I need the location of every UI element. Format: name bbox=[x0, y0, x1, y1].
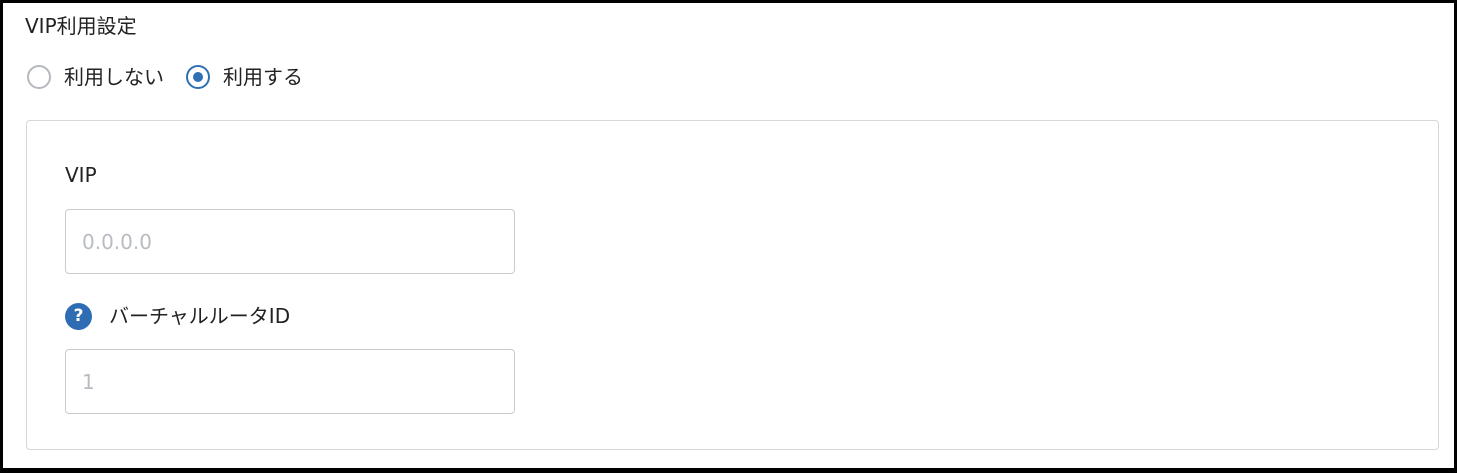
radio-option-enabled[interactable]: 利用する bbox=[186, 63, 303, 91]
router-id-label-text: バーチャルルータID bbox=[109, 304, 291, 328]
vip-field-label: VIP bbox=[65, 163, 97, 187]
question-circle-icon[interactable]: ? bbox=[65, 302, 92, 330]
radio-label-disabled: 利用しない bbox=[64, 65, 164, 89]
radio-button-unchecked[interactable] bbox=[27, 65, 51, 89]
radio-option-disabled[interactable]: 利用しない bbox=[27, 63, 164, 91]
vip-usage-radio-group: 利用しない 利用する bbox=[27, 61, 303, 93]
section-title: VIP利用設定 bbox=[25, 14, 137, 38]
radio-label-enabled: 利用する bbox=[223, 65, 303, 89]
vip-settings-frame: VIP利用設定 利用しない 利用する VIP ? バーチャルルータID bbox=[0, 0, 1457, 473]
radio-button-checked[interactable] bbox=[186, 65, 210, 89]
vip-settings-panel: VIP ? バーチャルルータID bbox=[26, 120, 1439, 450]
vip-input[interactable] bbox=[65, 209, 515, 274]
router-id-input[interactable] bbox=[65, 349, 515, 414]
router-id-field-label: ? バーチャルルータID bbox=[65, 302, 290, 330]
